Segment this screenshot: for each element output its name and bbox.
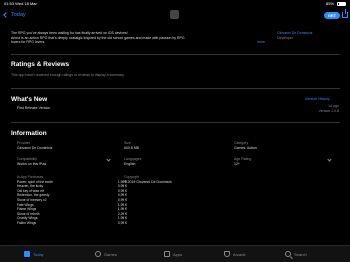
whats-new-section: What's New Version History First Release… — [11, 96, 340, 113]
whats-new-title: What's New — [11, 96, 48, 103]
tab-bar: Today Games Apps Arcade Search — [0, 245, 350, 262]
back-button[interactable]: Today — [3, 12, 26, 18]
tab-apps[interactable]: Apps — [164, 251, 182, 257]
provider-value: Giovanni De Dominicis — [17, 145, 53, 150]
information-title: Information — [11, 130, 47, 137]
age-rating-value: 12+ — [234, 161, 240, 166]
ratings-section: Ratings & Reviews This app hasn't receiv… — [11, 61, 340, 77]
get-button[interactable]: GET — [324, 12, 340, 19]
provider-block: Provider Giovanni De Dominicis — [17, 141, 52, 150]
developer-name[interactable]: Giovanni De Dominicis — [277, 31, 312, 36]
age-rating-label: Age Rating — [234, 157, 252, 161]
today-icon — [24, 251, 30, 257]
divider — [11, 54, 340, 55]
languages-block: Languages English — [124, 157, 141, 166]
category-block: Category Games: Action — [234, 141, 257, 150]
joystick-icon — [224, 251, 230, 257]
tab-today[interactable]: Today — [24, 251, 44, 257]
compatibility-value: Works on this iPad — [17, 161, 47, 166]
status-bar: 01:53 Wed 18 Mar 85% — [0, 0, 350, 7]
release-version: Version 1.0.8 — [318, 108, 339, 113]
languages-label: Languages — [124, 157, 142, 161]
tab-arcade[interactable]: Arcade — [224, 251, 246, 257]
more-link[interactable]: more — [257, 40, 265, 45]
tab-apps-label: Apps — [173, 251, 183, 257]
tab-today-label: Today — [33, 251, 44, 257]
battery-percent: 85% — [325, 1, 334, 6]
languages-value: English — [124, 161, 136, 166]
status-time: 01:53 Wed 18 Mar — [4, 1, 37, 6]
release-info: 1d ago Version 1.0.8 — [307, 104, 339, 114]
version-history-link[interactable]: Version History — [305, 97, 330, 101]
description-line-3: lovers for RPG lovers. — [11, 40, 46, 45]
tab-games[interactable]: Games — [95, 251, 117, 257]
status-right: 85% — [326, 1, 346, 6]
copyright-value: © 2019 Giovanni De Dominicis — [124, 179, 172, 184]
ratings-title: Ratings & Reviews — [11, 61, 70, 68]
chevron-left-icon — [3, 12, 9, 18]
list-item: Fallen Wings 0,99 € — [17, 220, 127, 225]
tab-search[interactable]: Search — [285, 251, 307, 257]
tab-arcade-label: Arcade — [233, 251, 246, 257]
description-section: The RPG you've always been waiting for h… — [11, 31, 340, 45]
tab-games-label: Games — [104, 251, 117, 257]
rocket-icon — [95, 251, 101, 257]
search-icon — [285, 251, 291, 257]
information-section: Information Provider Giovanni De Dominic… — [11, 130, 340, 242]
tab-search-label: Search — [294, 251, 307, 257]
compatibility-block[interactable]: Compatibility Works on this iPad — [17, 157, 46, 166]
copyright-block: Copyright © 2019 Giovanni De Dominicis — [124, 175, 172, 184]
in-app-purchases: In-App Purchases Power, spirit of the ea… — [17, 175, 127, 226]
chevron-down-icon[interactable] — [327, 157, 332, 162]
age-rating-block[interactable]: Age Rating 12+ — [234, 157, 251, 166]
back-label: Today — [11, 12, 26, 18]
layers-icon — [164, 251, 170, 257]
size-block: Size 600.8 MB — [124, 141, 139, 150]
size-value: 600.8 MB — [124, 145, 139, 150]
battery-icon — [337, 1, 346, 6]
ratings-message: This app hasn't received enough ratings … — [11, 73, 125, 77]
nav-bar: Today GET — [0, 8, 350, 22]
release-notes: First Release Version — [17, 106, 51, 110]
chevron-down-icon[interactable] — [106, 157, 111, 162]
category-value: Games: Action — [234, 145, 257, 150]
divider — [11, 88, 340, 89]
developer-label: Developer — [277, 35, 293, 40]
app-icon-thumbnail — [170, 10, 179, 19]
divider — [11, 122, 340, 123]
developer-block[interactable]: Giovanni De Dominicis Developer — [277, 31, 312, 40]
share-icon[interactable] — [342, 9, 348, 18]
